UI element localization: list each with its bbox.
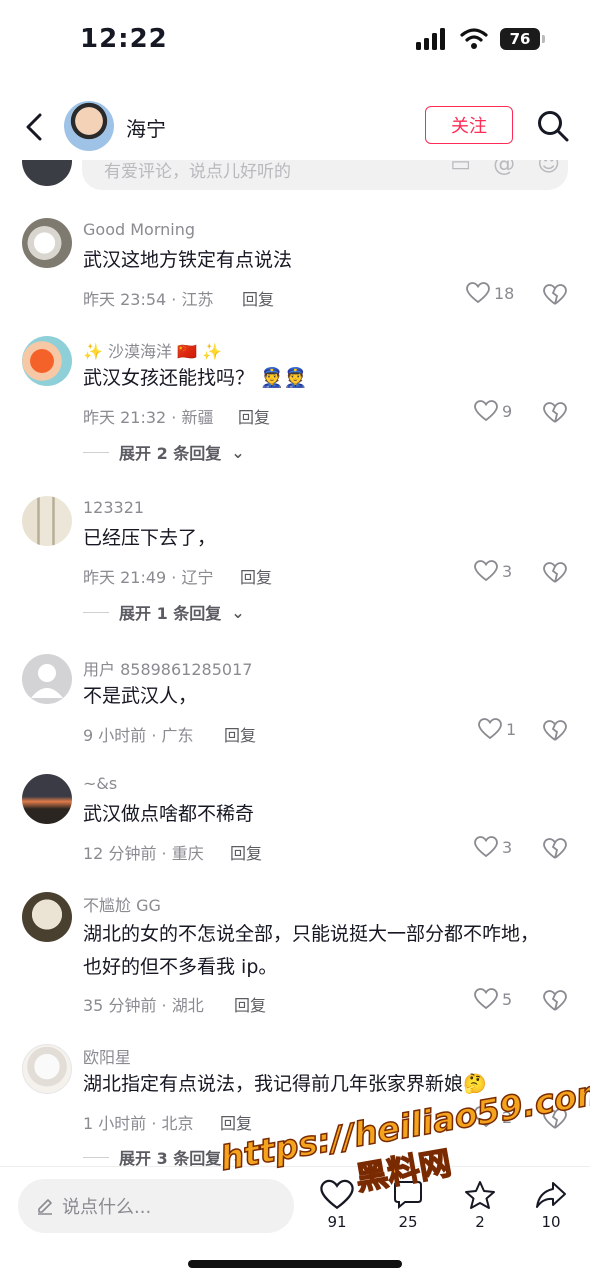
dislike-broken-heart-icon[interactable] xyxy=(543,838,567,860)
chevron-down-icon: ⌄ xyxy=(231,442,245,462)
at-icon[interactable]: @ xyxy=(493,160,515,177)
comment-meta: 9 小时前 · 广东 xyxy=(83,726,194,745)
comment-input-placeholder: 有爱评论，说点儿好听的 xyxy=(104,162,291,182)
commenter-avatar[interactable] xyxy=(22,496,72,546)
status-bar: 12:22 76 xyxy=(0,0,590,80)
favorite-button[interactable]: 2 xyxy=(455,1179,505,1231)
chevron-down-icon: ⌄ xyxy=(231,602,245,622)
dislike-broken-heart-icon[interactable] xyxy=(543,720,567,742)
commenter-avatar[interactable] xyxy=(22,218,72,268)
comment-composer-partial: 有爱评论，说点儿好听的 ▭ @ ☺ xyxy=(0,160,590,194)
cellular-signal-icon xyxy=(416,28,445,50)
default-user-icon xyxy=(31,664,63,698)
heart-icon xyxy=(474,560,498,582)
commenter-name[interactable]: ✨ 沙漠海洋 🇨🇳 ✨ xyxy=(83,338,222,362)
my-avatar xyxy=(22,160,72,186)
comment-text: 已经压下去了， xyxy=(83,527,217,549)
like-button[interactable]: 3 xyxy=(474,836,512,858)
author-avatar[interactable] xyxy=(64,101,114,151)
comment-meta: 35 分钟前 · 湖北 xyxy=(83,996,204,1015)
emoji-icon[interactable]: ☺ xyxy=(537,160,560,177)
like-button[interactable]: 18 xyxy=(466,282,514,304)
heart-icon xyxy=(466,282,490,304)
heart-icon xyxy=(474,836,498,858)
status-time: 12:22 xyxy=(80,24,168,54)
commenter-name[interactable]: ~&s xyxy=(83,774,117,793)
comment-input-placeholder: 说点什么... xyxy=(62,1197,152,1218)
heart-icon xyxy=(478,718,502,740)
back-icon[interactable] xyxy=(20,107,50,147)
comment-text: 湖北的女的不怎说全部，只能说挺大一部分都不咋地，也好的但不多看我 ip。 xyxy=(83,923,540,978)
comment-meta: 昨天 23:54 · 江苏 xyxy=(83,290,214,309)
comment-meta: 1 小时前 · 北京 xyxy=(83,1114,194,1133)
like-count: 5 xyxy=(502,989,513,1009)
commenter-name[interactable]: Good Morning xyxy=(83,220,195,239)
like-count: 3 xyxy=(502,561,513,581)
like-button[interactable]: 5 xyxy=(474,988,512,1010)
comment-text: 武汉女孩还能找吗？ 👮👮 xyxy=(83,367,308,389)
status-icons: 76 xyxy=(416,28,545,50)
commenter-name[interactable]: 用户 8589861285017 xyxy=(83,656,252,680)
comment-meta: 昨天 21:49 · 辽宁 xyxy=(83,568,214,587)
share-count: 10 xyxy=(541,1213,561,1231)
search-icon[interactable] xyxy=(536,109,570,143)
follow-button[interactable]: 关注 xyxy=(425,106,513,144)
commenter-avatar[interactable] xyxy=(22,774,72,824)
reply-button[interactable]: 回复 xyxy=(240,564,272,588)
expand-replies-button[interactable]: 展开 1 条回复 ⌄ xyxy=(83,600,245,624)
share-button[interactable]: 10 xyxy=(526,1179,576,1231)
reply-button[interactable]: 回复 xyxy=(224,722,256,746)
expand-replies-button[interactable]: 展开 2 条回复 ⌄ xyxy=(83,440,245,464)
image-icon[interactable]: ▭ xyxy=(450,160,471,177)
heart-icon xyxy=(474,400,498,422)
home-indicator[interactable] xyxy=(188,1260,402,1268)
like-count: 3 xyxy=(502,837,513,857)
heart-icon xyxy=(474,988,498,1010)
like-button[interactable]: 1 xyxy=(478,718,516,740)
commenter-name[interactable]: 不尴尬 GG xyxy=(83,892,161,916)
reply-button[interactable]: 回复 xyxy=(242,286,274,310)
dislike-broken-heart-icon[interactable] xyxy=(543,562,567,584)
share-arrow-icon xyxy=(536,1182,566,1208)
favorite-count: 2 xyxy=(475,1213,485,1231)
like-count: 18 xyxy=(494,283,515,303)
commenter-name[interactable]: 欧阳星 xyxy=(83,1044,131,1068)
pencil-icon xyxy=(38,1199,52,1215)
reply-button[interactable]: 回复 xyxy=(230,840,262,864)
like-count: 91 xyxy=(327,1213,347,1231)
like-button[interactable]: 3 xyxy=(474,560,512,582)
like-button[interactable]: 9 xyxy=(474,400,512,422)
like-count: 1 xyxy=(506,719,517,739)
dislike-broken-heart-icon[interactable] xyxy=(543,284,567,306)
commenter-name[interactable]: 123321 xyxy=(83,498,144,517)
battery-indicator: 76 xyxy=(500,28,545,50)
like-count: 9 xyxy=(502,401,513,421)
reply-button[interactable]: 回复 xyxy=(234,992,266,1016)
commenter-avatar[interactable] xyxy=(22,336,72,386)
comment-text: 不是武汉人， xyxy=(83,685,198,707)
commenter-avatar[interactable] xyxy=(22,654,72,704)
dislike-broken-heart-icon[interactable] xyxy=(543,990,567,1012)
comment-text: 武汉这地方铁定有点说法 xyxy=(83,249,293,271)
author-name[interactable]: 海宁 xyxy=(126,113,166,142)
dislike-broken-heart-icon[interactable] xyxy=(543,402,567,424)
comment-text: 武汉做点啥都不稀奇 xyxy=(83,803,255,825)
reply-button[interactable]: 回复 xyxy=(238,404,270,428)
comment-meta: 12 分钟前 · 重庆 xyxy=(83,844,204,863)
star-icon xyxy=(465,1181,495,1209)
wifi-icon xyxy=(460,28,488,49)
profile-header: 海宁 关注 xyxy=(0,95,590,159)
commenter-avatar[interactable] xyxy=(22,892,72,942)
commenter-avatar[interactable] xyxy=(22,1044,72,1094)
comment-meta: 昨天 21:32 · 新疆 xyxy=(83,408,214,427)
comment-count: 25 xyxy=(398,1213,418,1231)
